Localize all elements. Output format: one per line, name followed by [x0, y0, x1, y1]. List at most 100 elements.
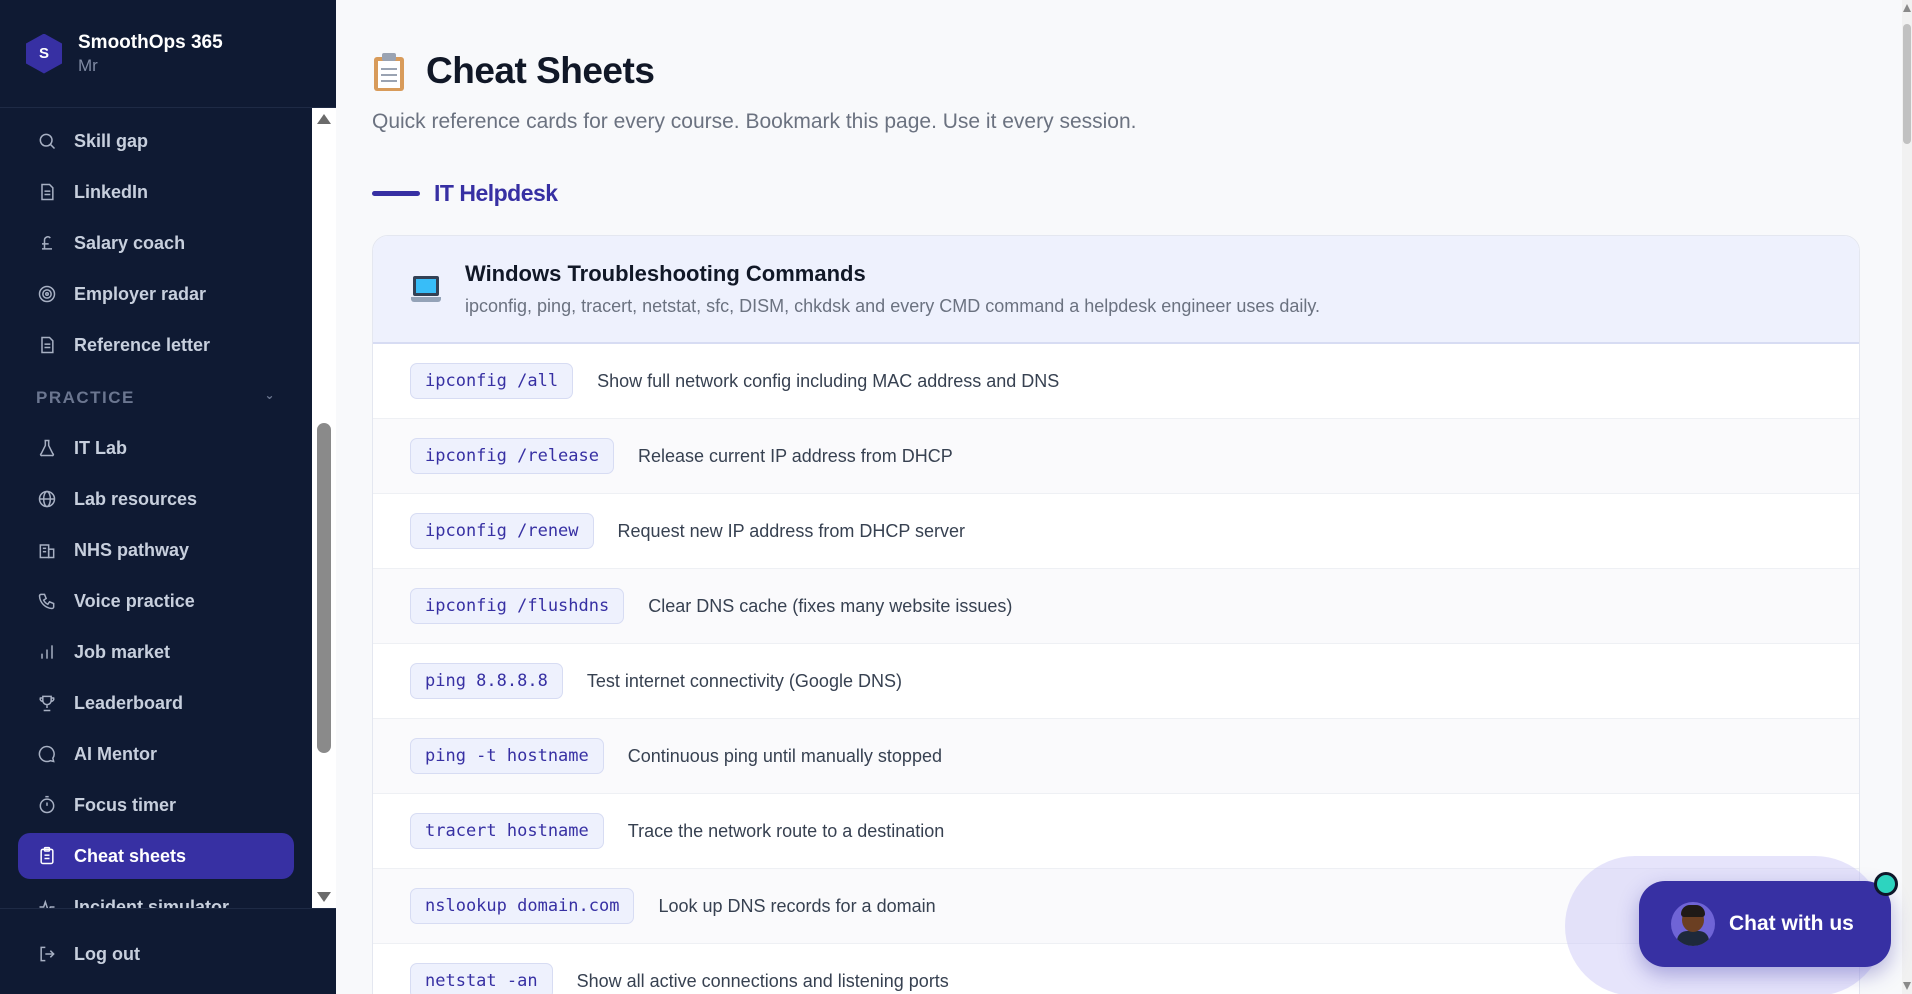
chevron-down-icon: ⌄	[264, 388, 276, 402]
sidebar-scrollbar[interactable]	[312, 108, 336, 908]
command-code[interactable]: ipconfig /flushdns	[410, 588, 625, 624]
pound-icon	[36, 232, 58, 254]
brand[interactable]: S SmoothOps 365 Mr	[0, 0, 336, 108]
sidebar-item-lab-resources[interactable]: Lab resources	[18, 476, 294, 522]
section-accent-bar	[372, 191, 420, 196]
chat-label: Chat with us	[1729, 912, 1854, 935]
card-header[interactable]: Windows Troubleshooting Commands ipconfi…	[373, 236, 1859, 344]
scroll-thumb[interactable]	[1903, 24, 1911, 144]
sidebar-item-nhs-pathway[interactable]: NHS pathway	[18, 527, 294, 573]
sidebar-item-reference-letter[interactable]: Reference letter	[18, 322, 294, 368]
sidebar-item-salary-coach[interactable]: Salary coach	[18, 220, 294, 266]
page-title: Cheat Sheets	[426, 50, 655, 91]
command-description: Trace the network route to a destination	[627, 820, 945, 841]
sidebar-item-it-lab[interactable]: IT Lab	[18, 425, 294, 471]
section-label-practice[interactable]: PRACTICE ⌄	[36, 388, 276, 408]
laptop-icon	[411, 272, 441, 306]
command-code[interactable]: ipconfig /renew	[410, 513, 594, 549]
logout-label: Log out	[74, 943, 140, 964]
command-description: Request new IP address from DHCP server	[617, 520, 966, 541]
sidebar-item-voice-practice[interactable]: Voice practice	[18, 578, 294, 624]
sidebar-item-label: Focus timer	[74, 794, 177, 815]
search-icon	[36, 130, 58, 152]
page-subtitle: Quick reference cards for every course. …	[372, 110, 1137, 133]
table-row: ping 8.8.8.8 Test internet connectivity …	[373, 644, 1859, 719]
logout-icon	[36, 943, 58, 965]
sidebar-item-label: Reference letter	[74, 334, 211, 355]
command-description: Show all active connections and listenin…	[576, 970, 949, 991]
scroll-up-arrow[interactable]	[1903, 4, 1911, 12]
table-row: ping -t hostname Continuous ping until m…	[373, 719, 1859, 794]
card-title: Windows Troubleshooting Commands	[465, 261, 866, 286]
pulse-icon	[36, 896, 58, 908]
command-code[interactable]: ipconfig /all	[410, 363, 574, 399]
sidebar-item-label: Skill gap	[74, 130, 149, 151]
brand-logo: S	[26, 33, 62, 74]
command-description: Release current IP address from DHCP	[638, 445, 953, 466]
command-description: Continuous ping until manually stopped	[627, 745, 942, 766]
flask-icon	[36, 437, 58, 459]
command-code[interactable]: tracert hostname	[410, 813, 604, 849]
clipboard-icon	[36, 845, 58, 867]
sidebar-item-job-market[interactable]: Job market	[18, 629, 294, 675]
scroll-up-arrow[interactable]	[317, 114, 331, 124]
page-scrollbar[interactable]	[1902, 0, 1912, 994]
sidebar-item-employer-radar[interactable]: Employer radar	[18, 271, 294, 317]
globe-icon	[36, 488, 58, 510]
main-content: Cheat Sheets Quick reference cards for e…	[336, 0, 1902, 994]
sidebar-item-label: Leaderboard	[74, 692, 184, 713]
sidebar-item-incident-simulator[interactable]: Incident simulator	[18, 884, 294, 908]
sidebar-item-label: IT Lab	[74, 437, 127, 458]
phone-icon	[36, 590, 58, 612]
sidebar-item-label: Salary coach	[74, 232, 186, 253]
sidebar-item-cheat-sheets[interactable]: Cheat sheets	[18, 833, 294, 879]
scroll-down-arrow[interactable]	[317, 892, 331, 902]
sidebar-item-ai-mentor[interactable]: AI Mentor	[18, 731, 294, 777]
command-code[interactable]: ping 8.8.8.8	[410, 663, 563, 699]
sidebar-item-focus-timer[interactable]: Focus timer	[18, 782, 294, 828]
table-row: ipconfig /renew Request new IP address f…	[373, 494, 1859, 569]
sidebar-item-label: LinkedIn	[74, 181, 149, 202]
bar-chart-icon	[36, 641, 58, 663]
support-avatar	[1671, 902, 1715, 946]
sidebar-item-label: Cheat sheets	[74, 845, 187, 866]
logout-area: Log out	[0, 908, 336, 994]
sidebar-item-label: Voice practice	[74, 590, 195, 611]
brand-subtitle: Mr	[78, 55, 98, 75]
command-code[interactable]: ping -t hostname	[410, 738, 604, 774]
sidebar-item-skill-gap[interactable]: Skill gap	[18, 118, 294, 164]
section-header: IT Helpdesk	[372, 180, 558, 207]
sidebar-item-label: NHS pathway	[74, 539, 190, 560]
card-description: ipconfig, ping, tracert, netstat, sfc, D…	[465, 296, 1321, 316]
table-row: ipconfig /all Show full network config i…	[373, 344, 1859, 419]
chat-with-us-button[interactable]: Chat with us	[1639, 881, 1891, 967]
scroll-thumb[interactable]	[317, 423, 331, 753]
section-label-text: PRACTICE	[36, 388, 135, 407]
card-header-text: Windows Troubleshooting Commands ipconfi…	[465, 261, 1320, 317]
sidebar-item-label: Incident simulator	[74, 896, 230, 909]
sidebar-item-linkedin[interactable]: LinkedIn	[18, 169, 294, 215]
sidebar-nav: Skill gap LinkedIn Salary coach Employer…	[0, 108, 312, 908]
brand-name: SmoothOps 365	[78, 31, 223, 53]
command-code[interactable]: ipconfig /release	[410, 438, 614, 474]
radar-icon	[36, 283, 58, 305]
command-description: Look up DNS records for a domain	[658, 895, 936, 916]
sidebar-item-label: Lab resources	[74, 488, 198, 509]
command-description: Clear DNS cache (fixes many website issu…	[648, 595, 1013, 616]
document-icon	[36, 181, 58, 203]
command-code[interactable]: nslookup domain.com	[410, 888, 635, 924]
command-description: Test internet connectivity (Google DNS)	[586, 670, 902, 691]
table-row: ipconfig /flushdns Clear DNS cache (fixe…	[373, 569, 1859, 644]
clipboard-icon	[372, 51, 406, 91]
page-header: Cheat Sheets	[372, 50, 655, 92]
brand-text: SmoothOps 365 Mr	[78, 32, 223, 76]
sidebar-item-label: Job market	[74, 641, 171, 662]
document-icon	[36, 334, 58, 356]
sidebar: S SmoothOps 365 Mr Skill gap LinkedIn Sa…	[0, 0, 336, 994]
command-code[interactable]: netstat -an	[410, 963, 553, 994]
scroll-down-arrow[interactable]	[1903, 982, 1911, 990]
logout-button[interactable]: Log out	[18, 931, 294, 977]
command-description: Show full network config including MAC a…	[597, 370, 1060, 391]
sidebar-item-leaderboard[interactable]: Leaderboard	[18, 680, 294, 726]
chat-bubble-icon	[36, 743, 58, 765]
